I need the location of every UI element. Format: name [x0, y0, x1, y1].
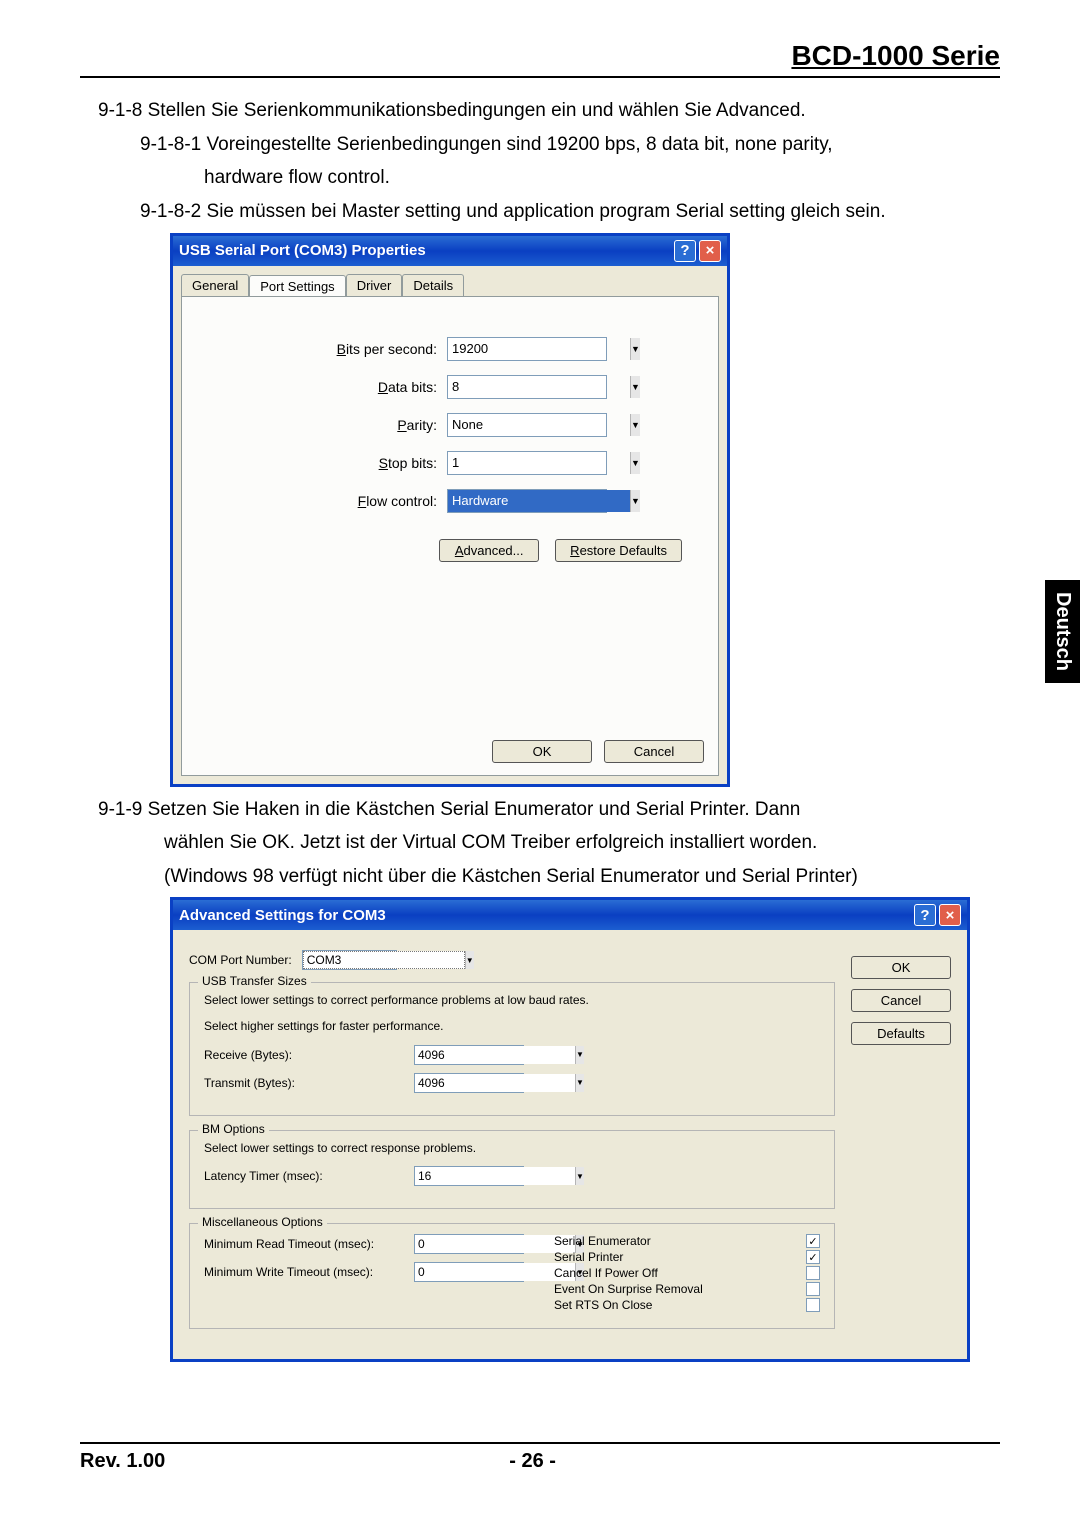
- chevron-down-icon[interactable]: ▼: [630, 490, 640, 512]
- chevron-down-icon[interactable]: ▼: [575, 1074, 584, 1092]
- page-number: - 26 -: [165, 1450, 900, 1473]
- close-icon[interactable]: ×: [699, 240, 721, 262]
- language-tab: Deutsch: [1045, 580, 1080, 683]
- min-write-label: Minimum Write Timeout (msec):: [204, 1265, 414, 1279]
- chevron-down-icon[interactable]: ▼: [575, 1046, 584, 1064]
- event-surprise-checkbox[interactable]: [806, 1282, 820, 1296]
- transmit-combo[interactable]: ▼: [414, 1073, 524, 1093]
- parity-input[interactable]: [448, 414, 630, 436]
- tab-details[interactable]: Details: [402, 274, 464, 296]
- com-port-label: COM Port Number:: [189, 953, 292, 967]
- text-9181: 9-1-8-1 Voreingestellte Serienbedingunge…: [140, 132, 1000, 158]
- stop-input[interactable]: [448, 452, 630, 474]
- set-rts-checkbox[interactable]: [806, 1298, 820, 1312]
- bps-combo[interactable]: ▼: [447, 337, 607, 361]
- page-footer: Rev. 1.00 - 26 -: [80, 1442, 1000, 1473]
- event-surprise-label: Event On Surprise Removal: [554, 1282, 703, 1296]
- text-919b: wählen Sie OK. Jetzt ist der Virtual COM…: [164, 830, 1000, 856]
- revision: Rev. 1.00: [80, 1450, 165, 1473]
- set-rts-label: Set RTS On Close: [554, 1298, 652, 1312]
- text-919: 9-1-9 Setzen Sie Haken in die Kästchen S…: [98, 797, 1000, 823]
- serial-printer-checkbox[interactable]: ✓: [806, 1250, 820, 1264]
- transmit-input[interactable]: [415, 1074, 575, 1092]
- misc-options-fieldset: Miscellaneous Options Minimum Read Timeo…: [189, 1223, 835, 1329]
- data-label: Data bits:: [212, 379, 447, 395]
- bm-options-fieldset: BM Options Select lower settings to corr…: [189, 1130, 835, 1210]
- bps-input[interactable]: [448, 338, 630, 360]
- flow-label: Flow control:: [212, 493, 447, 509]
- text-919c: (Windows 98 verfügt nicht über die Kästc…: [164, 864, 1000, 890]
- com-port-input[interactable]: [303, 951, 465, 969]
- transmit-label: Transmit (Bytes):: [204, 1076, 414, 1090]
- stop-label: Stop bits:: [212, 455, 447, 471]
- parity-combo[interactable]: ▼: [447, 413, 607, 437]
- receive-label: Receive (Bytes):: [204, 1048, 414, 1062]
- restore-defaults-button[interactable]: Restore Defaults: [555, 539, 682, 562]
- dialog2-title: Advanced Settings for COM3: [179, 907, 386, 924]
- dialog2-titlebar: Advanced Settings for COM3 ? ×: [173, 900, 967, 930]
- chevron-down-icon[interactable]: ▼: [630, 376, 640, 398]
- defaults-button[interactable]: Defaults: [851, 1022, 951, 1045]
- receive-combo[interactable]: ▼: [414, 1045, 524, 1065]
- text-918: 9-1-8 Stellen Sie Serienkommunikationsbe…: [98, 98, 1000, 124]
- close-icon[interactable]: ×: [939, 904, 961, 926]
- serial-printer-label: Serial Printer: [554, 1250, 623, 1264]
- bm-legend: BM Options: [198, 1122, 269, 1136]
- properties-dialog: USB Serial Port (COM3) Properties ? × Ge…: [170, 233, 730, 787]
- advanced-settings-dialog: Advanced Settings for COM3 ? × COM Port …: [170, 897, 970, 1362]
- min-read-combo[interactable]: ▼: [414, 1234, 524, 1254]
- usb-hint2: Select higher settings for faster perfor…: [204, 1019, 820, 1035]
- chevron-down-icon[interactable]: ▼: [630, 338, 640, 360]
- usb-hint1: Select lower settings to correct perform…: [204, 993, 820, 1009]
- ok-button[interactable]: OK: [851, 956, 951, 979]
- serial-enum-label: Serial Enumerator: [554, 1234, 651, 1248]
- tab-general[interactable]: General: [181, 274, 249, 296]
- data-input[interactable]: [448, 376, 630, 398]
- tab-driver[interactable]: Driver: [346, 274, 403, 296]
- cancel-button[interactable]: Cancel: [604, 740, 704, 763]
- usb-transfer-fieldset: USB Transfer Sizes Select lower settings…: [189, 982, 835, 1115]
- dialog1-titlebar: USB Serial Port (COM3) Properties ? ×: [173, 236, 727, 266]
- flow-input[interactable]: [448, 490, 630, 512]
- min-write-input[interactable]: [415, 1263, 575, 1281]
- cancel-button[interactable]: Cancel: [851, 989, 951, 1012]
- parity-label: Parity:: [212, 417, 447, 433]
- min-read-label: Minimum Read Timeout (msec):: [204, 1237, 414, 1251]
- ok-button[interactable]: OK: [492, 740, 592, 763]
- latency-label: Latency Timer (msec):: [204, 1169, 414, 1183]
- cancel-power-checkbox[interactable]: [806, 1266, 820, 1280]
- com-port-combo[interactable]: ▼: [302, 950, 397, 970]
- stop-combo[interactable]: ▼: [447, 451, 607, 475]
- text-9182: 9-1-8-2 Sie müssen bei Master setting un…: [140, 199, 1000, 225]
- chevron-down-icon[interactable]: ▼: [465, 951, 474, 969]
- min-read-input[interactable]: [415, 1235, 575, 1253]
- latency-combo[interactable]: ▼: [414, 1166, 524, 1186]
- latency-input[interactable]: [415, 1167, 575, 1185]
- chevron-down-icon[interactable]: ▼: [630, 452, 640, 474]
- page-title: BCD-1000 Serie: [80, 40, 1000, 78]
- cancel-power-label: Cancel If Power Off: [554, 1266, 658, 1280]
- bm-hint: Select lower settings to correct respons…: [204, 1141, 820, 1157]
- receive-input[interactable]: [415, 1046, 575, 1064]
- flow-combo[interactable]: ▼: [447, 489, 607, 513]
- tab-port-settings[interactable]: Port Settings: [249, 275, 345, 297]
- min-write-combo[interactable]: ▼: [414, 1262, 524, 1282]
- help-icon[interactable]: ?: [914, 904, 936, 926]
- help-icon[interactable]: ?: [674, 240, 696, 262]
- misc-legend: Miscellaneous Options: [198, 1215, 327, 1229]
- data-combo[interactable]: ▼: [447, 375, 607, 399]
- tabs: General Port Settings Driver Details: [173, 266, 727, 296]
- bps-label: BBits per second:its per second:: [212, 341, 447, 357]
- dialog1-title: USB Serial Port (COM3) Properties: [179, 242, 426, 259]
- advanced-button[interactable]: Advanced...: [439, 539, 539, 562]
- chevron-down-icon[interactable]: ▼: [630, 414, 640, 436]
- usb-legend: USB Transfer Sizes: [198, 974, 311, 988]
- text-9181b: hardware flow control.: [204, 165, 1000, 191]
- serial-enum-checkbox[interactable]: ✓: [806, 1234, 820, 1248]
- tab-panel: BBits per second:its per second: ▼ Data …: [181, 296, 719, 776]
- chevron-down-icon[interactable]: ▼: [575, 1167, 584, 1185]
